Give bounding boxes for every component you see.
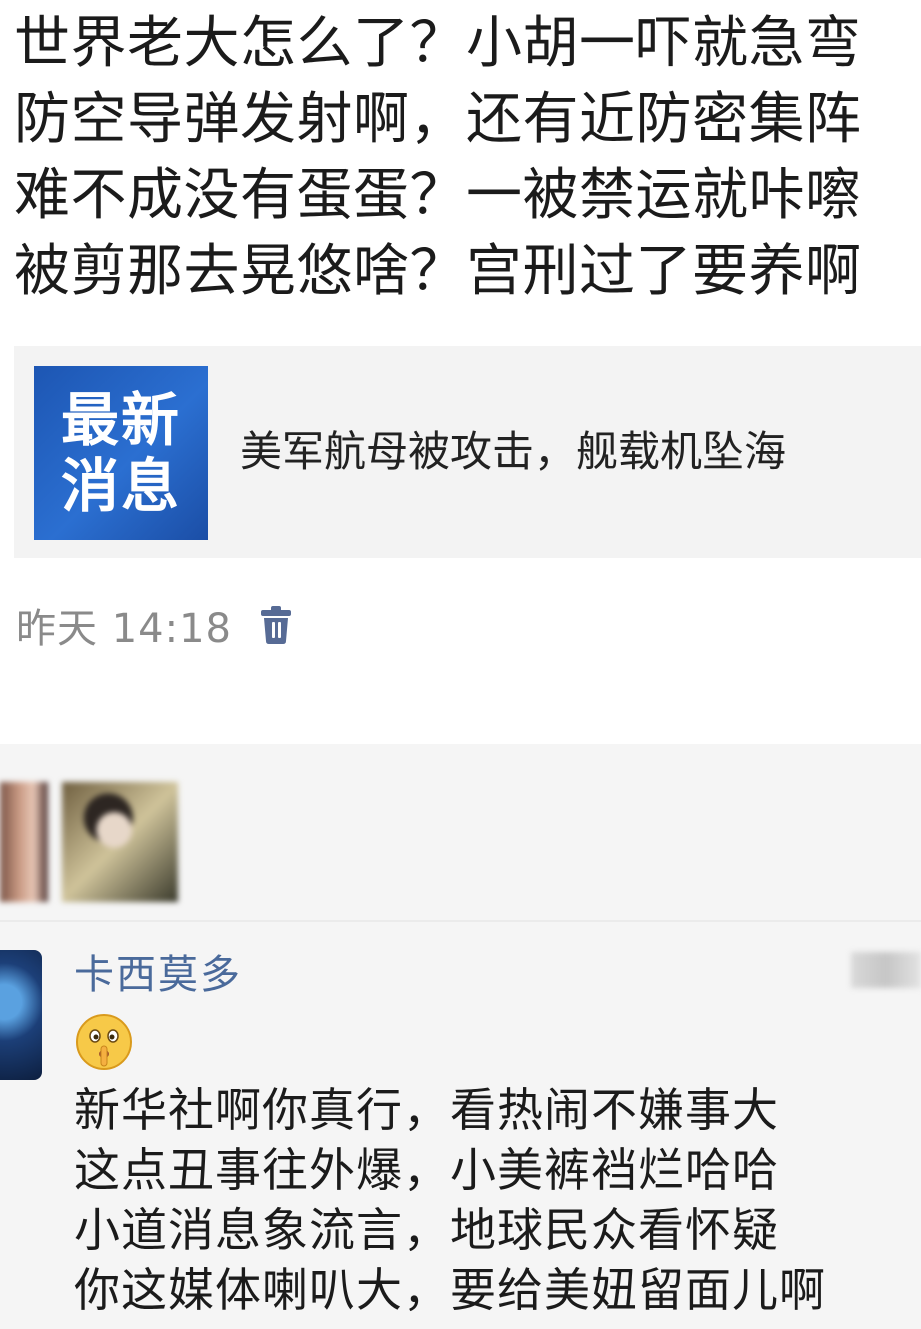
post-text: 世界老大怎么了？小胡一吓就急弯 防空导弹发射啊，还有近防密集阵 难不成没有蛋蛋？… bbox=[14, 6, 914, 310]
comment-time-blurred bbox=[851, 952, 921, 988]
likes-section bbox=[0, 744, 921, 920]
post-time: 昨天 14:18 bbox=[16, 606, 232, 652]
comment-divider bbox=[0, 920, 921, 922]
liker-avatar[interactable] bbox=[0, 782, 48, 902]
comment-author[interactable]: 卡西莫多 bbox=[74, 950, 242, 1000]
comment-text-line: 新华社啊你真行，看热闹不嫌事大 bbox=[74, 1083, 779, 1137]
comment-text-line: 你这媒体喇叭大，要给美妞留面儿啊 bbox=[74, 1263, 826, 1317]
news-thumbnail-line1: 最新 bbox=[60, 386, 181, 454]
comment-text-line: 这点丑事往外爆，小美裤裆烂哈哈 bbox=[74, 1143, 779, 1197]
post-text-line: 被剪那去晃悠啥？宫刑过了要养啊 bbox=[14, 239, 862, 304]
post-meta: 昨天 14:18 bbox=[16, 596, 294, 654]
shush-face-icon bbox=[76, 1014, 132, 1070]
trash-icon[interactable] bbox=[258, 605, 294, 645]
avatar[interactable] bbox=[0, 950, 42, 1080]
post-text-line: 难不成没有蛋蛋？一被禁运就咔嚓 bbox=[14, 163, 862, 228]
news-thumbnail-line2: 消息 bbox=[60, 452, 181, 520]
comment-item: 卡西莫多 新华社啊你真行，看热闹不嫌事大 这点丑事往外爆，小美裤裆烂哈哈 小道消… bbox=[0, 920, 921, 1329]
news-thumbnail: 最新 消息 bbox=[34, 366, 208, 540]
post-text-line: 世界老大怎么了？小胡一吓就急弯 bbox=[14, 11, 862, 76]
comment-text: 新华社啊你真行，看热闹不嫌事大 这点丑事往外爆，小美裤裆烂哈哈 小道消息象流言，… bbox=[74, 1080, 914, 1320]
shared-news-card[interactable]: 最新 消息 美军航母被攻击，舰载机坠海 bbox=[14, 346, 921, 558]
news-title: 美军航母被攻击，舰载机坠海 bbox=[240, 427, 787, 476]
liker-avatar[interactable] bbox=[62, 782, 178, 902]
comment-text-line: 小道消息象流言，地球民众看怀疑 bbox=[74, 1203, 779, 1257]
post-text-line: 防空导弹发射啊，还有近防密集阵 bbox=[14, 87, 862, 152]
